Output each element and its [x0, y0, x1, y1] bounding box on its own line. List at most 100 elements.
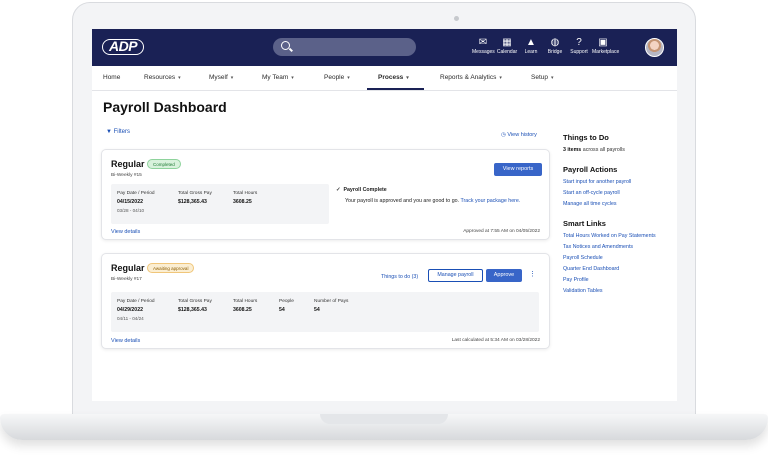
status-badge: Awaiting approval [147, 263, 195, 273]
nav-my-team[interactable]: My Team ▾ [262, 74, 294, 81]
things-count: 3 items [563, 147, 582, 153]
things-to-do-summary: 3 items across all payrolls [563, 147, 675, 153]
things-rest: across all payrolls [582, 147, 625, 153]
calendar-label: Calendar [496, 49, 518, 55]
learn-button[interactable]: ▲ Learn [520, 37, 542, 56]
col-value: 04/29/2022 [117, 307, 143, 313]
payroll-summary: Pay Date / Period 04/15/2022 03/28 - 04/10… [111, 184, 329, 224]
main-nav: Home Resources ▾ Myself ▾ My Team ▾ People ▾… [92, 66, 677, 91]
card-title: Regular [111, 263, 145, 273]
active-tab-indicator [367, 88, 424, 90]
pay-date-column: Pay Date / Period 04/15/2022 03/28 - 04/10 [117, 191, 155, 213]
nav-resources[interactable]: Resources ▾ [144, 74, 181, 81]
col-header: Number of Pays [314, 299, 349, 304]
calendar-button[interactable]: ▦ Calendar [496, 37, 518, 56]
learn-icon: ▲ [526, 37, 536, 48]
nav-people-label: People [324, 74, 345, 81]
nav-home[interactable]: Home [103, 74, 120, 81]
view-reports-button[interactable]: View reports [494, 163, 542, 176]
learn-label: Learn [524, 49, 538, 55]
smart-link-total-hours[interactable]: Total Hours Worked on Pay Statements [563, 233, 675, 239]
track-package-link[interactable]: Track your package here. [460, 198, 520, 204]
marketplace-icon: ▣ [598, 37, 608, 48]
number-of-pays-column: Number of Pays 54 [314, 299, 348, 316]
bridge-button[interactable]: ◍ Bridge [544, 37, 566, 56]
chevron-down-icon: ▾ [347, 75, 350, 81]
action-start-input[interactable]: Start input for another payroll [563, 179, 675, 185]
nav-myself[interactable]: Myself ▾ [209, 74, 233, 81]
col-value: 3608.25 [233, 307, 252, 313]
manage-payroll-button[interactable]: Manage payroll [428, 269, 483, 282]
filter-icon: ▼ [106, 129, 112, 135]
app-screen: ADP ✉ Messages ▦ Calendar ▲ Learn ◍ Bridge ?… [92, 29, 677, 401]
calendar-icon: ▦ [502, 37, 512, 48]
bridge-label: Bridge [547, 49, 563, 55]
smart-link-quarter-end[interactable]: Quarter End Dashboard [563, 266, 675, 272]
chevron-down-icon: ▾ [499, 75, 502, 81]
col-sub: 03/28 - 04/10 [117, 208, 145, 213]
adp-logo[interactable]: ADP [102, 39, 145, 55]
webcam-dot [454, 16, 459, 21]
col-header: Total Gross Pay [178, 299, 212, 304]
action-manage-time-cycles[interactable]: Manage all time cycles [563, 201, 675, 207]
view-details-link[interactable]: View details [111, 229, 140, 235]
col-header: Total Gross Pay [178, 191, 212, 196]
nav-process-label: Process [378, 74, 404, 81]
smart-link-payroll-schedule[interactable]: Payroll Schedule [563, 255, 675, 261]
support-button[interactable]: ? Support [568, 37, 590, 56]
view-details-link[interactable]: View details [111, 338, 140, 344]
history-icon: ◷ [501, 132, 506, 138]
status-badge: Completed [147, 159, 181, 169]
smart-link-tax-notices[interactable]: Tax Notices and Amendments [563, 244, 675, 250]
payroll-card-awaiting: Regular Awaiting approval Bi-Weekly #17 … [101, 253, 550, 349]
things-to-do-heading: Things to Do [563, 133, 609, 142]
avatar[interactable] [645, 38, 664, 57]
chevron-down-icon: ▾ [230, 75, 234, 81]
payroll-complete-message: ✓ Payroll Complete Your payroll is approv… [336, 187, 541, 206]
col-value: 54 [314, 307, 320, 313]
page-title: Payroll Dashboard [103, 99, 227, 115]
messages-label: Messages [472, 49, 495, 55]
col-header: Pay Date / Period [117, 191, 155, 196]
col-value: 54 [279, 307, 285, 313]
approved-timestamp: Approved at 7:55 AM on 04/05/2022 [463, 229, 540, 234]
nav-reports-analytics[interactable]: Reports & Analytics ▾ [440, 74, 502, 81]
col-header: People [279, 299, 294, 304]
nav-people[interactable]: People ▾ [324, 74, 350, 81]
chevron-down-icon: ▾ [551, 75, 554, 81]
nav-setup-label: Setup [531, 74, 548, 81]
nav-setup[interactable]: Setup ▾ [531, 74, 554, 81]
nav-process[interactable]: Process ▾ [378, 74, 409, 81]
smart-link-pay-profile[interactable]: Pay Profile [563, 277, 675, 283]
payroll-summary: Pay Date / Period 04/29/2022 04/11 - 04/24… [111, 292, 539, 332]
chevron-down-icon: ▾ [291, 75, 294, 81]
view-history-link[interactable]: ◷ View history [501, 132, 537, 138]
check-icon: ✓ [336, 187, 341, 193]
support-label: Support [570, 49, 588, 55]
action-off-cycle[interactable]: Start an off-cycle payroll [563, 190, 675, 196]
bridge-icon: ◍ [550, 37, 560, 48]
gross-pay-column: Total Gross Pay $128,365.43 [178, 299, 212, 316]
smart-link-validation-tables[interactable]: Validation Tables [563, 288, 675, 294]
hours-column: Total Hours 3608.25 [233, 299, 257, 316]
col-value: $128,365.43 [178, 307, 207, 313]
more-options-icon[interactable]: ⋮ [529, 270, 536, 278]
laptop-notch [320, 414, 448, 424]
filters-label: Filters [113, 129, 130, 135]
filters-button[interactable]: ▼ Filters [106, 129, 130, 135]
col-value: $128,365.43 [178, 199, 207, 205]
nav-reports-label: Reports & Analytics [440, 74, 497, 81]
approve-button[interactable]: Approve [486, 269, 522, 282]
things-to-do-link[interactable]: Things to do (3) [381, 274, 418, 280]
card-subtitle: Bi-Weekly #15 [111, 173, 142, 178]
nav-home-label: Home [103, 74, 121, 81]
chevron-down-icon: ▾ [406, 75, 409, 81]
col-header: Total Hours [233, 299, 258, 304]
support-icon: ? [576, 37, 582, 48]
search-input[interactable] [273, 38, 416, 56]
marketplace-button[interactable]: ▣ Marketplace [592, 37, 619, 56]
hours-column: Total Hours 3608.25 [233, 191, 257, 208]
last-calculated-timestamp: Last calculated at 5:34 AM on 03/28/2022 [451, 338, 540, 343]
messages-button[interactable]: ✉ Messages [472, 37, 495, 56]
nav-my-team-label: My Team [262, 74, 289, 81]
